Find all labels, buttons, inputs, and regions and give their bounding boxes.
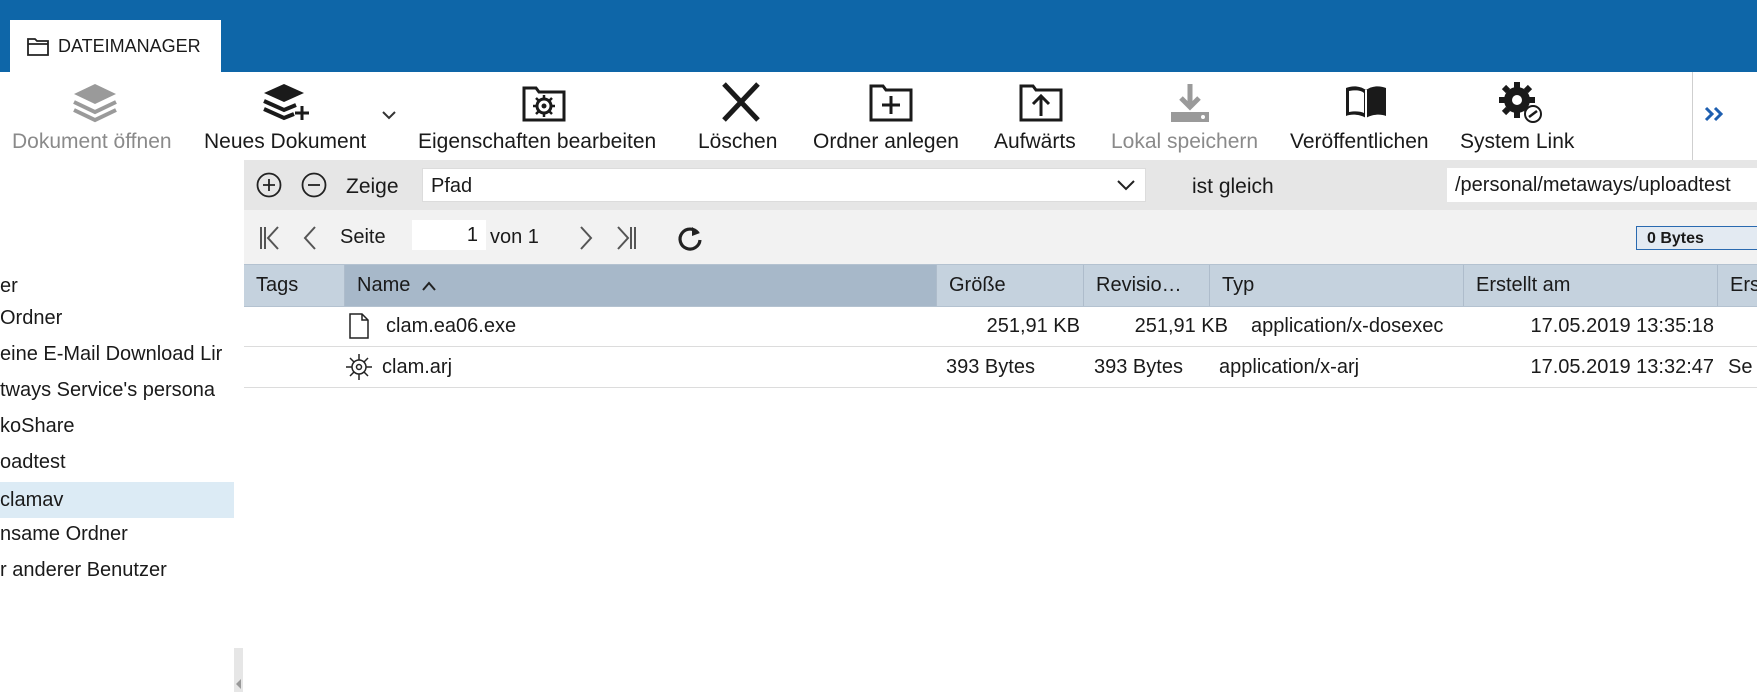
file-size: 393 Bytes: [946, 356, 1035, 378]
file-grid: Tags Name Größe Revisio… Typ Erstellt am…: [244, 264, 1757, 692]
tab-dateimanager[interactable]: DATEIMANAGER: [10, 20, 221, 72]
add-filter-icon[interactable]: [256, 172, 282, 198]
system-link-button[interactable]: System Link: [1455, 72, 1585, 160]
filter-operator[interactable]: ist gleich: [1192, 175, 1274, 199]
first-page-icon[interactable]: [256, 224, 284, 252]
chevron-left-icon: [236, 679, 241, 689]
archive-gear-icon: [346, 354, 372, 380]
table-row[interactable]: clam.arj 393 Bytes 393 Bytes application…: [244, 347, 1757, 388]
tree-item[interactable]: er: [0, 268, 234, 304]
layers-add-icon: [263, 84, 309, 121]
create-folder-button[interactable]: Ordner anlegen: [808, 72, 973, 160]
up-label: Aufwärts: [994, 130, 1076, 153]
page-count-label: von 1: [490, 226, 539, 248]
filter-field-select[interactable]: Pfad: [422, 168, 1146, 202]
create-folder-label: Ordner anlegen: [813, 130, 959, 153]
new-document-button[interactable]: Neues Dokument: [200, 72, 400, 160]
last-page-icon[interactable]: [612, 224, 640, 252]
show-label: Zeige: [346, 175, 399, 198]
edit-properties-label: Eigenschaften bearbeiten: [418, 130, 657, 153]
delete-label: Löschen: [698, 130, 778, 153]
column-header-tags[interactable]: Tags: [244, 265, 345, 306]
previous-page-icon[interactable]: [296, 224, 324, 252]
tree-item[interactable]: nsame Ordner: [0, 516, 234, 552]
tree-item-selected[interactable]: clamav: [0, 482, 234, 518]
gear-link-icon: [1499, 82, 1542, 123]
file-type: application/x-dosexec: [1251, 315, 1444, 337]
delete-button[interactable]: Löschen: [690, 72, 790, 160]
column-header-size[interactable]: Größe: [937, 265, 1084, 306]
new-document-label: Neues Dokument: [204, 130, 367, 153]
file-name[interactable]: clam.ea06.exe: [386, 306, 516, 346]
close-icon: [722, 82, 760, 122]
chevron-down-icon: [1117, 180, 1135, 191]
folder-settings-icon: [522, 86, 566, 122]
tree-item[interactable]: tways Service's persona: [0, 372, 234, 408]
layers-icon: [73, 84, 117, 123]
folder-icon: [27, 38, 49, 56]
column-header-creator[interactable]: Ers: [1718, 265, 1757, 306]
column-header-revision[interactable]: Revisio…: [1084, 265, 1210, 306]
publish-button[interactable]: Veröffentlichen: [1285, 72, 1445, 160]
folder-plus-icon: [869, 84, 913, 122]
next-page-icon[interactable]: [572, 224, 600, 252]
publish-label: Veröffentlichen: [1290, 130, 1429, 153]
chevron-down-icon[interactable]: [382, 110, 396, 120]
grid-header: Tags Name Größe Revisio… Typ Erstellt am…: [244, 264, 1757, 307]
download-icon: [1171, 84, 1209, 122]
filter-field-value: Pfad: [431, 175, 473, 197]
tree-item[interactable]: koShare: [0, 408, 234, 444]
save-local-label: Lokal speichern: [1111, 130, 1259, 153]
paging-toolbar: Seite 1 von 1 0 Bytes: [244, 210, 1757, 264]
file-creator: Se: [1728, 356, 1753, 378]
panel-splitter[interactable]: [234, 160, 244, 692]
column-header-name[interactable]: Name: [345, 265, 937, 306]
table-row[interactable]: clam.ea06.exe 251,91 KB 251,91 KB applic…: [244, 306, 1757, 347]
filter-bar: Zeige Pfad ist gleich /personal/metaways…: [244, 160, 1757, 210]
sort-ascending-icon: [422, 281, 436, 291]
file-revision-size: 251,91 KB: [1134, 315, 1228, 337]
toolbar: Dokument öffnen Neues Dokument Eigenscha…: [0, 72, 1757, 161]
refresh-icon[interactable]: [676, 224, 704, 252]
quota-bar: 0 Bytes: [1636, 226, 1757, 250]
column-name-label: Name: [357, 274, 411, 296]
file-created: 17.05.2019 13:32:47: [1530, 356, 1714, 378]
column-header-created[interactable]: Erstellt am: [1464, 265, 1718, 306]
file-name[interactable]: clam.arj: [382, 347, 452, 387]
remove-filter-icon[interactable]: [301, 172, 327, 198]
tree-item[interactable]: Ordner: [0, 300, 234, 336]
file-created: 17.05.2019 13:35:18: [1530, 315, 1714, 337]
save-local-button[interactable]: Lokal speichern: [1105, 72, 1273, 160]
tab-label: DATEIMANAGER: [58, 35, 201, 56]
system-link-label: System Link: [1460, 130, 1575, 153]
file-size: 251,91 KB: [986, 315, 1080, 337]
toolbar-separator: [1692, 72, 1693, 160]
double-chevron-right-icon[interactable]: [1703, 102, 1729, 126]
collapse-handle[interactable]: [234, 648, 243, 692]
up-button[interactable]: Aufwärts: [988, 72, 1093, 160]
filter-value-input[interactable]: /personal/metaways/uploadtest: [1447, 168, 1757, 202]
folder-tree: er Ordner eine E-Mail Download Lir tways…: [0, 160, 234, 692]
file-revision-size: 393 Bytes: [1094, 356, 1183, 378]
folder-up-icon: [1019, 84, 1063, 122]
open-document-button[interactable]: Dokument öffnen: [0, 72, 190, 160]
tree-item[interactable]: eine E-Mail Download Lir: [0, 336, 234, 372]
column-header-type[interactable]: Typ: [1210, 265, 1464, 306]
tree-item[interactable]: oadtest: [0, 444, 234, 480]
page-label: Seite: [340, 226, 386, 248]
file-type: application/x-arj: [1219, 356, 1360, 378]
page-number-input[interactable]: 1: [412, 220, 486, 250]
tree-item[interactable]: r anderer Benutzer: [0, 552, 234, 588]
top-bar: DATEIMANAGER: [0, 0, 1757, 72]
open-document-label: Dokument öffnen: [12, 130, 172, 153]
file-icon: [349, 313, 369, 339]
edit-properties-button[interactable]: Eigenschaften bearbeiten: [415, 72, 673, 160]
book-icon: [1346, 86, 1386, 118]
